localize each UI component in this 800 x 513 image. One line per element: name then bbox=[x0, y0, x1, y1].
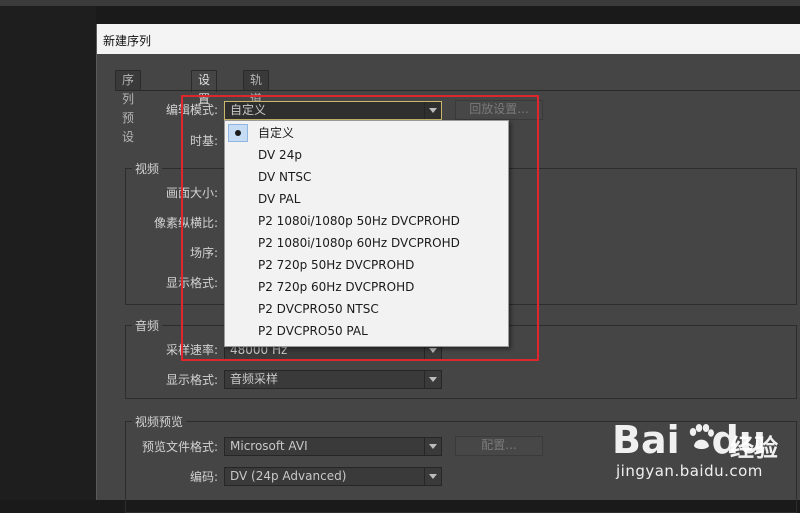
video-preview-group-title: 视频预览 bbox=[132, 413, 187, 430]
preview-file-format-select[interactable]: Microsoft AVI bbox=[224, 437, 442, 456]
watermark-brand-cn: 经验 bbox=[730, 434, 778, 462]
codec-label: 编码: bbox=[189, 470, 218, 484]
audio-display-format-select[interactable]: 音频采样 bbox=[224, 370, 442, 389]
paw-icon bbox=[689, 424, 714, 449]
audio-group-title: 音频 bbox=[132, 317, 163, 334]
codec-select[interactable]: DV (24p Advanced) bbox=[224, 467, 442, 486]
audio-display-format-label: 显示格式: bbox=[165, 373, 218, 387]
preview-file-format-value: Microsoft AVI bbox=[230, 439, 308, 453]
tab-label: 序列预设 bbox=[122, 73, 135, 144]
video-group-title: 视频 bbox=[132, 160, 163, 177]
chevron-down-icon[interactable] bbox=[424, 438, 441, 455]
tab-settings[interactable]: 设置 bbox=[191, 70, 218, 106]
highlight-annotation-box bbox=[181, 95, 539, 361]
tab-sequence-presets[interactable]: 序列预设 bbox=[115, 70, 142, 144]
watermark-url: jingyan.baidu.com bbox=[616, 462, 763, 480]
tab-tracks[interactable]: 轨道 bbox=[243, 70, 270, 106]
chevron-down-icon[interactable] bbox=[424, 468, 441, 485]
chevron-down-icon[interactable] bbox=[424, 371, 441, 388]
watermark-logo-text: Bai bbox=[612, 418, 680, 462]
dialog-title: 新建序列 bbox=[103, 34, 152, 48]
background-top-strip bbox=[0, 0, 800, 6]
audio-display-format-value: 音频采样 bbox=[230, 372, 279, 386]
dialog-titlebar: 新建序列 bbox=[97, 24, 800, 54]
configure-button[interactable]: 配置... bbox=[455, 436, 543, 456]
codec-value: DV (24p Advanced) bbox=[230, 469, 347, 483]
baidu-jingyan-watermark: Bai du 经验 jingyan.baidu.com bbox=[612, 418, 800, 490]
background-panel bbox=[0, 6, 96, 500]
preview-file-format-label: 预览文件格式: bbox=[141, 440, 218, 454]
tab-divider bbox=[115, 90, 800, 91]
